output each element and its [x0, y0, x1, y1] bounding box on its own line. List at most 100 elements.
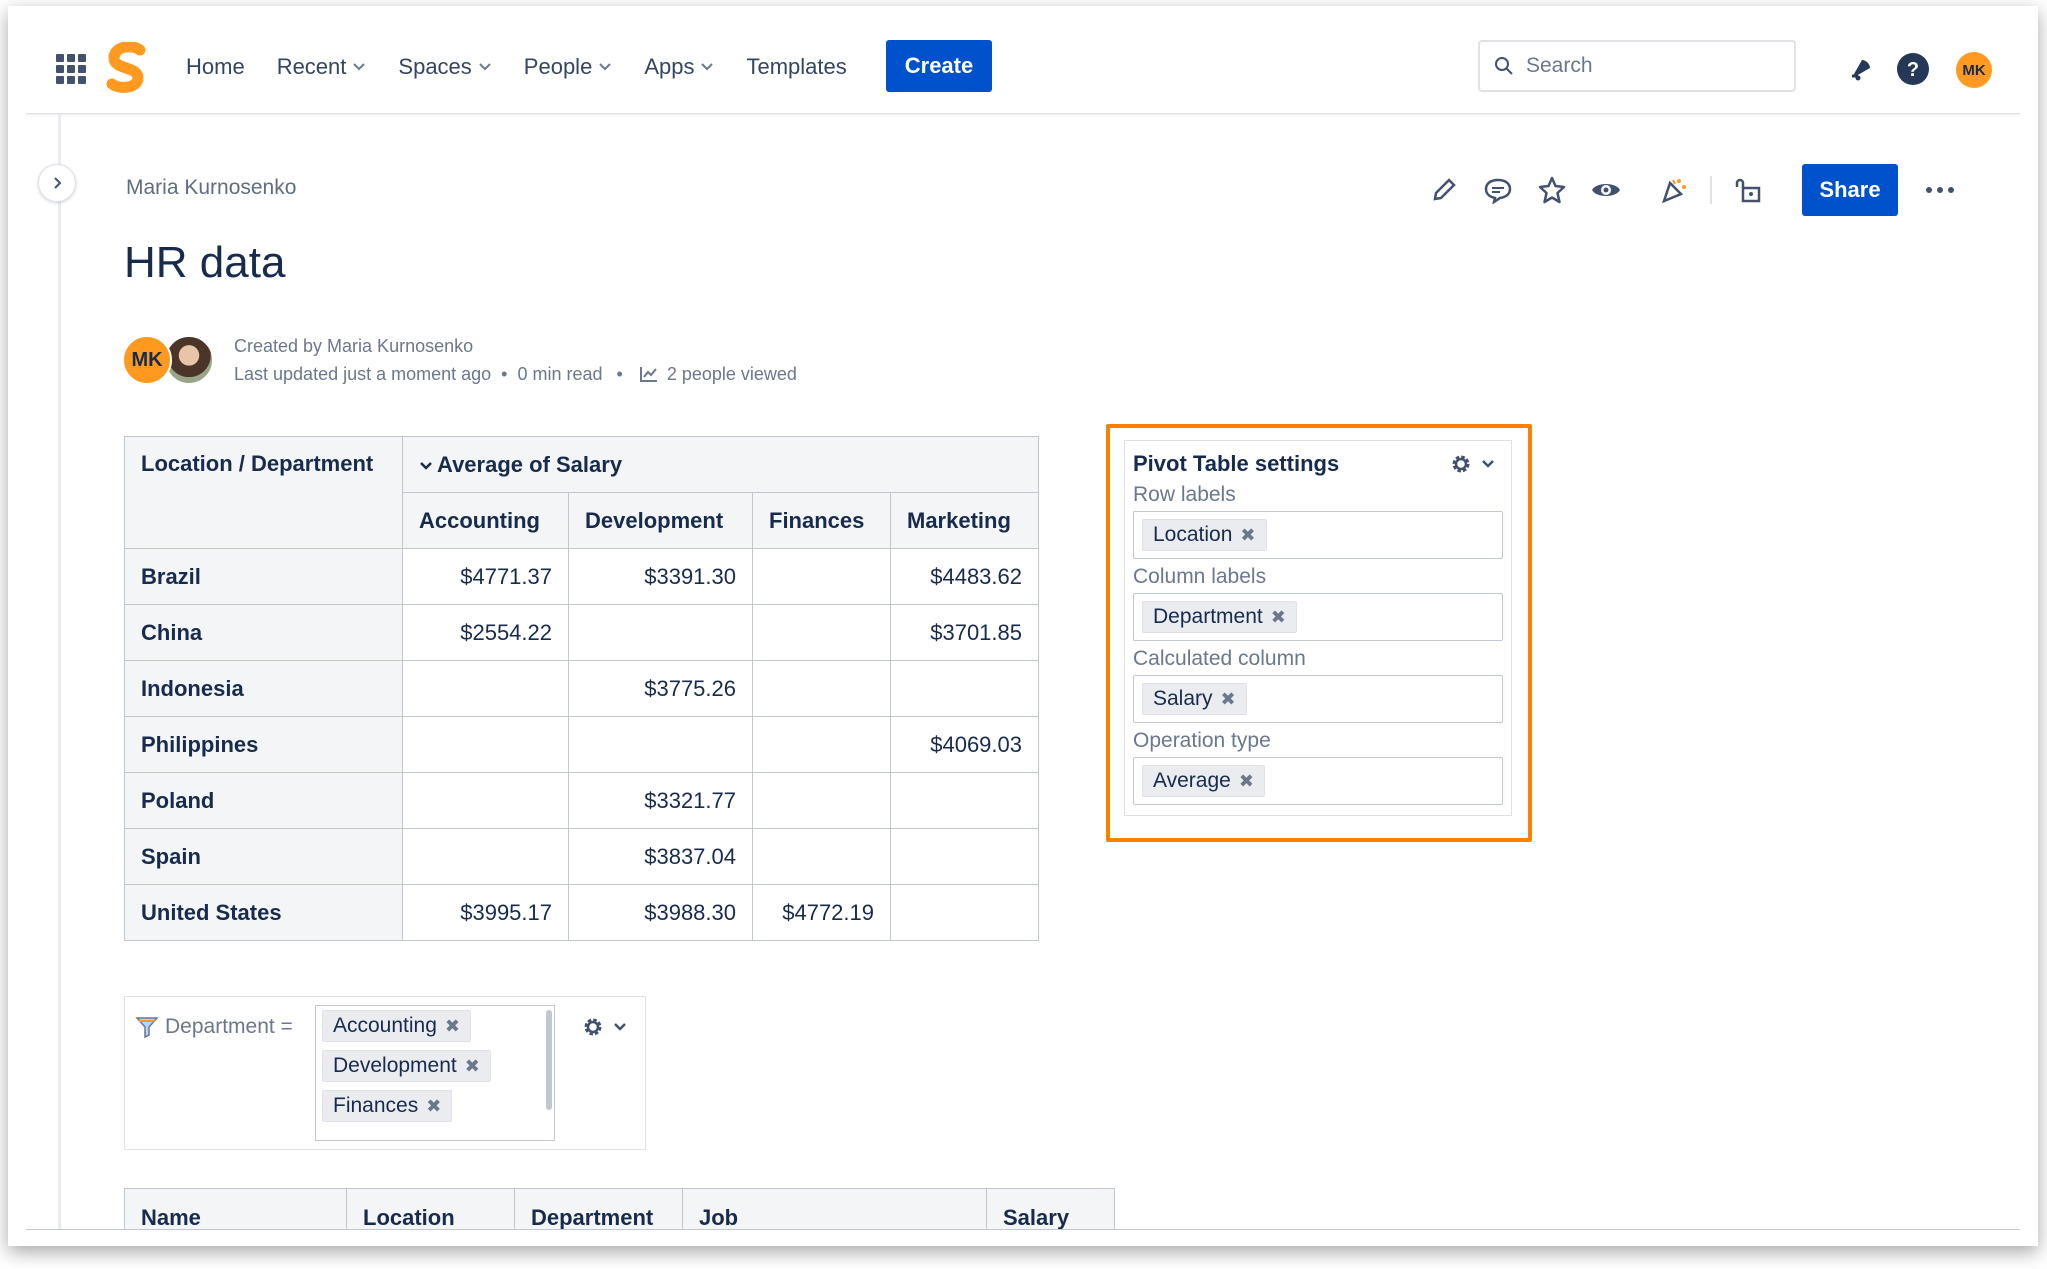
pivot-cell	[752, 604, 891, 661]
app-switcher-icon[interactable]	[56, 54, 86, 84]
create-button[interactable]: Create	[886, 40, 992, 92]
settings-header: Pivot Table settings	[1133, 451, 1503, 477]
nav-templates[interactable]: Templates	[746, 54, 846, 80]
chip-label: Accounting	[333, 1014, 437, 1037]
nav-spaces[interactable]: Spaces	[398, 54, 491, 80]
calculated-column-field[interactable]: Salary ✖	[1133, 675, 1503, 723]
remove-icon[interactable]: ✖	[1240, 525, 1255, 546]
chevron-down-icon	[614, 1023, 626, 1031]
pivot-settings-panel: Pivot Table settings Row labels Location…	[1124, 440, 1512, 816]
primary-nav: Home Recent Spaces People Apps Templates	[186, 54, 879, 80]
pivot-measure-header[interactable]: Average of Salary	[402, 436, 1039, 493]
chevron-down-icon	[420, 461, 432, 470]
filter-menu-button[interactable]	[581, 1015, 627, 1039]
pivot-row: Indonesia $3775.26	[124, 660, 1039, 717]
pivot-column-header: Accounting	[402, 492, 569, 549]
top-navigation: Home Recent Spaces People Apps Templates…	[26, 6, 2020, 114]
pivot-table: Location / Department Average of Salary …	[124, 436, 1039, 941]
pivot-corner-header: Location / Department	[124, 436, 403, 549]
chip-label: Location	[1153, 523, 1233, 546]
column-header-name[interactable]: Name	[124, 1188, 347, 1229]
nav-home[interactable]: Home	[186, 54, 245, 80]
column-header-job[interactable]: Job	[682, 1188, 987, 1229]
byline-text: Created by Maria Kurnosenko Last updated…	[234, 332, 797, 388]
notifications-bell-icon[interactable]	[1844, 52, 1878, 86]
filter-label-text: Department =	[165, 1015, 293, 1038]
chip-label: Department	[1153, 605, 1263, 628]
celebration-icon[interactable]	[1656, 172, 1692, 208]
operation-type-chip[interactable]: Average ✖	[1142, 765, 1265, 797]
watch-eye-icon[interactable]	[1588, 172, 1624, 208]
pivot-row-label: United States	[124, 884, 403, 941]
nav-people[interactable]: People	[524, 54, 613, 80]
chip-label: Finances	[333, 1094, 419, 1117]
remove-icon[interactable]: ✖	[1271, 607, 1286, 628]
analytics-chart-icon[interactable]	[639, 365, 659, 383]
site-logo-icon[interactable]	[104, 42, 150, 94]
pivot-cell	[752, 828, 891, 885]
row-labels-field[interactable]: Location ✖	[1133, 511, 1503, 559]
pivot-column-header: Marketing	[890, 492, 1039, 549]
edit-pencil-icon[interactable]	[1426, 172, 1462, 208]
nav-people-label: People	[523, 54, 593, 79]
user-avatar[interactable]: MK	[1956, 52, 1992, 88]
search-input[interactable]	[1526, 54, 1766, 78]
remove-icon[interactable]: ✖	[1239, 771, 1254, 792]
filter-chip[interactable]: Development ✖	[322, 1050, 491, 1082]
pivot-row: Brazil $4771.37 $3391.30 $4483.62	[124, 548, 1039, 605]
row-label-chip[interactable]: Location ✖	[1142, 519, 1267, 551]
pivot-row: United States $3995.17 $3988.30 $4772.19	[124, 884, 1039, 941]
remove-icon[interactable]: ✖	[465, 1056, 480, 1077]
expand-sidebar-button[interactable]	[38, 164, 76, 202]
column-label-chip[interactable]: Department ✖	[1142, 601, 1297, 633]
filter-label: Department =	[135, 1015, 293, 1039]
nav-apps[interactable]: Apps	[644, 54, 714, 80]
pivot-cell	[890, 772, 1039, 829]
department-filter: Department = Accounting ✖ Development ✖ Fi…	[124, 996, 646, 1150]
pivot-row-label: Brazil	[124, 548, 403, 605]
pivot-measure-label: Average of Salary	[437, 451, 623, 477]
filter-values-list[interactable]: Accounting ✖ Development ✖ Finances ✖	[315, 1005, 555, 1141]
column-header-salary[interactable]: Salary	[986, 1188, 1115, 1229]
pivot-row: Spain $3837.04	[124, 828, 1039, 885]
pivot-cell	[890, 660, 1039, 717]
filter-scrollbar[interactable]	[546, 1010, 552, 1110]
column-labels-label: Column labels	[1133, 565, 1267, 588]
read-time: 0 min read	[517, 364, 603, 384]
calculated-column-chip[interactable]: Salary ✖	[1142, 683, 1247, 715]
operation-type-label: Operation type	[1133, 729, 1271, 752]
column-header-location[interactable]: Location	[346, 1188, 515, 1229]
page-toolbar: Share	[1426, 164, 1954, 216]
pivot-cell: $4483.62	[890, 548, 1039, 605]
pivot-row: China $2554.22 $3701.85	[124, 604, 1039, 661]
remove-icon[interactable]: ✖	[1221, 689, 1236, 710]
filter-chip[interactable]: Accounting ✖	[322, 1010, 471, 1042]
operation-type-field[interactable]: Average ✖	[1133, 757, 1503, 805]
pivot-cell	[752, 660, 891, 717]
star-icon[interactable]	[1534, 172, 1570, 208]
last-updated: Last updated just a moment ago	[234, 364, 492, 384]
nav-recent[interactable]: Recent	[277, 54, 367, 80]
window-frame: Home Recent Spaces People Apps Templates…	[8, 6, 2038, 1246]
column-header-department[interactable]: Department	[514, 1188, 683, 1229]
pivot-cell	[890, 828, 1039, 885]
filter-chip[interactable]: Finances ✖	[322, 1090, 453, 1122]
chevron-right-icon	[54, 177, 62, 189]
remove-icon[interactable]: ✖	[426, 1096, 441, 1117]
people-viewed[interactable]: 2 people viewed	[667, 360, 797, 388]
settings-menu-button[interactable]	[1449, 452, 1495, 476]
pivot-cell	[402, 716, 569, 773]
more-actions-icon[interactable]	[1926, 187, 1954, 193]
author-avatar[interactable]: MK	[122, 335, 172, 385]
restrictions-lock-icon[interactable]	[1730, 172, 1766, 208]
comment-icon[interactable]	[1480, 172, 1516, 208]
remove-icon[interactable]: ✖	[445, 1016, 460, 1037]
breadcrumb[interactable]: Maria Kurnosenko	[126, 176, 296, 200]
sidebar-rail	[58, 114, 61, 1229]
pivot-column-header: Finances	[752, 492, 891, 549]
column-labels-field[interactable]: Department ✖	[1133, 593, 1503, 641]
share-button[interactable]: Share	[1802, 164, 1898, 216]
help-icon[interactable]: ?	[1896, 52, 1930, 86]
confluence-page: Home Recent Spaces People Apps Templates…	[26, 6, 2020, 1230]
search-field[interactable]	[1478, 40, 1796, 92]
